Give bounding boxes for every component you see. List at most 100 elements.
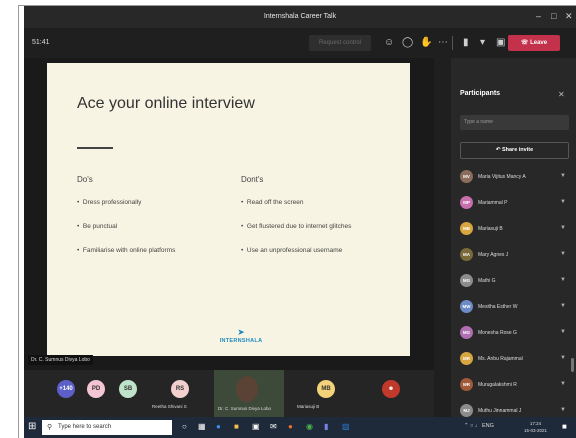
- participant-name: Mesitha Esther W: [478, 304, 518, 310]
- participant-name: Muthu Jinnammal J: [478, 408, 522, 414]
- presentation-slide: Ace your online interview Do's Dont's • …: [47, 63, 410, 356]
- language-indicator: ENG: [482, 423, 494, 429]
- window-title: Internshala Career Talk: [263, 13, 337, 20]
- firefox-icon[interactable]: ●: [288, 422, 293, 431]
- internshala-logo-text: INTERNSHALA: [219, 338, 263, 344]
- internshala-logo: ➤ INTERNSHALA: [211, 327, 271, 344]
- taskbar-clock[interactable]: 17:24 15-03-2021: [524, 420, 547, 434]
- leave-label: Leave: [530, 40, 548, 46]
- dont-item: • Use an unprofessional username: [241, 247, 343, 254]
- teams-icon[interactable]: ▮: [324, 422, 328, 431]
- participant-name: Mary Agnes J: [478, 252, 509, 258]
- title-bar: Internshala Career Talk – □ ✕: [24, 6, 576, 28]
- participant-row[interactable]: MJ Muthu Jinnammal J ▼: [460, 402, 575, 417]
- participant-row[interactable]: MG Monesha Rose G ▼: [460, 324, 575, 344]
- share-invite-label: Share invite: [501, 147, 534, 153]
- participant-search-input[interactable]: Type a name: [460, 115, 569, 130]
- internshala-logo-icon: ➤: [237, 327, 245, 337]
- reactions-icon[interactable]: ✋: [420, 37, 432, 48]
- participant-name: Maria Vijitus Mancy A: [478, 174, 526, 180]
- participant-row[interactable]: MA Mary Agnes J ▼: [460, 246, 575, 266]
- mail-icon[interactable]: ✉: [270, 422, 277, 431]
- participant-row[interactable]: MG Mathi G ▼: [460, 272, 575, 292]
- participant-video-tile[interactable]: Dr. C. Sumnus Divya Lobo: [214, 370, 284, 417]
- dont-item: • Read off the screen: [241, 199, 304, 206]
- dont-item: • Get flustered due to internet glitches: [241, 223, 352, 230]
- close-icon[interactable]: ✕: [565, 11, 573, 22]
- mic-muted-icon: ▼: [560, 225, 566, 231]
- task-view-icon[interactable]: ▦: [198, 422, 206, 431]
- participant-name: Ms. Anbu Rajammal: [478, 356, 523, 362]
- camera-off-icon[interactable]: ▮: [463, 37, 469, 48]
- participant-row[interactable]: MW Mesitha Esther W ▼: [460, 298, 575, 318]
- avatar[interactable]: RS: [171, 380, 189, 398]
- chrome-icon[interactable]: ◉: [306, 422, 313, 431]
- taskbar-search-placeholder: Type here to search: [58, 424, 112, 430]
- share-screen-icon[interactable]: ▣: [496, 37, 505, 48]
- participants-title: Participants: [460, 90, 501, 97]
- clock-time: 17:24: [529, 421, 542, 426]
- participant-name: Mariasuji B: [478, 226, 503, 232]
- mic-muted-icon: ▼: [560, 355, 566, 361]
- mic-muted-icon: ▼: [560, 251, 566, 257]
- edge-icon[interactable]: ●: [216, 422, 221, 431]
- participant-avatar: MW: [460, 300, 473, 313]
- participant-row[interactable]: MB Mariasuji B ▼: [460, 220, 575, 240]
- participant-row[interactable]: MR Murugalakshmi R ▼: [460, 376, 575, 396]
- participant-avatar-strip: +140 PD SB RS Reetha Shivani S Dr. C. Su…: [24, 370, 434, 417]
- presenter-name-label: Dr. C. Sumnus Divya Lobo: [28, 355, 93, 365]
- avatar[interactable]: SB: [119, 380, 137, 398]
- mic-muted-icon: ▼: [560, 303, 566, 309]
- avatar[interactable]: PD: [87, 380, 105, 398]
- tray-icons: ⌃ ○ ♩: [464, 423, 483, 429]
- share-invite-button[interactable]: ↶ Share invite: [460, 142, 569, 159]
- mic-muted-icon: ▼: [560, 173, 566, 179]
- mic-off-icon[interactable]: ▾: [480, 37, 485, 48]
- chat-icon[interactable]: ◯: [402, 37, 413, 48]
- participant-name: Mariammal P: [478, 200, 508, 206]
- participant-row[interactable]: MV Maria Vijitus Mancy A ▼: [460, 168, 575, 188]
- maximize-icon[interactable]: □: [551, 11, 556, 21]
- participant-avatar: MB: [460, 222, 473, 235]
- dos-heading: Do's: [77, 175, 93, 184]
- do-item: • Familiarise with online platforms: [77, 247, 176, 254]
- slide-title: Ace your online interview: [77, 95, 255, 112]
- taskbar-search-input[interactable]: ⚲ Type here to search: [42, 420, 172, 435]
- more-options-icon[interactable]: ⋯: [438, 37, 448, 48]
- minimize-icon[interactable]: –: [536, 11, 541, 21]
- do-item: • Be punctual: [77, 223, 118, 230]
- participant-row[interactable]: MP Mariammal P ▼: [460, 194, 575, 214]
- word-icon[interactable]: ▨: [342, 422, 350, 431]
- participants-icon[interactable]: ☺: [384, 37, 394, 48]
- system-tray[interactable]: ⌃ ○ ♩ ENG: [464, 423, 494, 429]
- participant-avatar: MR: [460, 352, 473, 365]
- participant-name: Monesha Rose G: [478, 330, 517, 336]
- close-panel-icon[interactable]: ✕: [558, 90, 565, 99]
- request-control-button[interactable]: Request control: [309, 35, 371, 51]
- participant-avatar: MJ: [460, 404, 473, 417]
- avatar-name: Reetha Shivani S: [152, 404, 187, 409]
- avatar-name: Mariasuji B: [297, 404, 320, 409]
- participant-name: Mathi G: [478, 278, 496, 284]
- avatar-photo[interactable]: ☻: [382, 380, 400, 398]
- mic-muted-icon: ▼: [560, 407, 566, 413]
- participants-scrollbar[interactable]: [571, 358, 574, 372]
- more-participants-avatar[interactable]: +140: [57, 380, 75, 398]
- participant-name: Murugalakshmi R: [478, 382, 517, 388]
- cortana-icon[interactable]: ○: [182, 422, 187, 431]
- meeting-timer: 51:41: [32, 39, 50, 46]
- participant-avatar: MR: [460, 378, 473, 391]
- windows-start-icon[interactable]: ⊞: [28, 421, 36, 432]
- leave-button[interactable]: ☏ Leave: [508, 35, 560, 51]
- file-explorer-icon[interactable]: ■: [234, 422, 239, 431]
- mic-muted-icon: ▼: [560, 199, 566, 205]
- avatar[interactable]: MB: [317, 380, 335, 398]
- store-icon[interactable]: ▣: [252, 422, 260, 431]
- participant-row[interactable]: MR Ms. Anbu Rajammal ▼: [460, 350, 575, 370]
- shared-content-stage: Ace your online interview Do's Dont's • …: [24, 58, 434, 370]
- participant-avatar: MV: [460, 170, 473, 183]
- participant-avatar: MG: [460, 326, 473, 339]
- search-icon: ⚲: [47, 424, 53, 431]
- notifications-icon[interactable]: ■: [562, 422, 567, 431]
- teams-meeting-window: Internshala Career Talk – □ ✕ 51:41 Requ…: [24, 6, 576, 417]
